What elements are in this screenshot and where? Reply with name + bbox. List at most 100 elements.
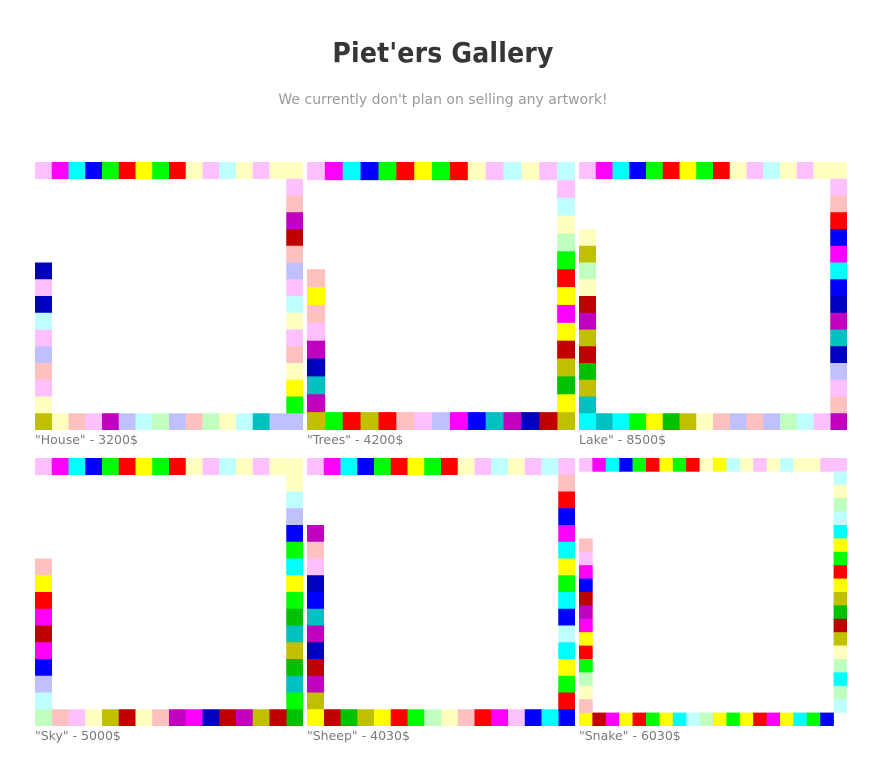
codel-right: [833, 659, 847, 673]
codel-top: [579, 458, 593, 472]
codel-right: [557, 340, 575, 359]
codel-top: [51, 458, 69, 476]
codel-bottom: [374, 709, 392, 726]
codel-left: [579, 396, 597, 414]
artwork-background: [35, 458, 303, 726]
gallery-card-sheep[interactable]: "Sheep" - 4030$: [307, 458, 577, 748]
codel-bottom: [414, 412, 433, 430]
codel-right: [830, 212, 847, 230]
codel-right: [833, 565, 847, 579]
codel-left: [307, 322, 326, 341]
codel-top: [85, 162, 103, 180]
codel-bottom: [541, 709, 559, 726]
codel-bottom: [679, 413, 697, 430]
gallery-card-sky[interactable]: "Sky" - 5000$: [35, 458, 305, 748]
artwork-caption: Lake" - 8500$: [579, 432, 667, 447]
codel-right: [286, 363, 303, 381]
codel-right: [286, 625, 303, 643]
codel-left: [307, 608, 325, 626]
codel-top: [169, 458, 187, 476]
codel-top: [696, 162, 714, 180]
codel-left: [307, 642, 325, 660]
codel-right: [558, 541, 575, 559]
artwork-caption: "Sheep" - 4030$: [307, 728, 410, 743]
codel-left: [579, 659, 593, 673]
artwork-canvas: [307, 162, 575, 430]
codel-bottom: [407, 709, 425, 726]
codel-bottom: [491, 709, 509, 726]
codel-top: [374, 458, 392, 476]
codel-right: [286, 396, 303, 414]
codel-left: [307, 376, 326, 395]
codel-top: [357, 458, 375, 476]
artwork-image[interactable]: [579, 458, 847, 726]
artwork-canvas: [307, 458, 575, 726]
artwork-image[interactable]: [35, 458, 303, 726]
codel-top: [219, 162, 237, 180]
artwork-image[interactable]: [35, 162, 303, 430]
codel-right: [557, 251, 575, 270]
codel-left: [35, 346, 53, 364]
codel-right: [286, 642, 303, 660]
gallery-card-house[interactable]: "House" - 3200$: [35, 162, 305, 452]
codel-bottom: [118, 413, 136, 430]
codel-left: [35, 396, 53, 414]
codel-bottom: [357, 709, 375, 726]
codel-top: [169, 162, 187, 180]
codel-top: [118, 162, 136, 180]
codel-left: [579, 538, 593, 553]
codel-bottom: [539, 412, 558, 430]
codel-right: [286, 178, 303, 196]
codel-top: [324, 162, 344, 181]
codel-right: [830, 195, 847, 213]
codel-right: [286, 675, 303, 693]
codel-top: [102, 162, 120, 180]
codel-top: [35, 162, 53, 180]
codel-top: [592, 458, 607, 472]
codel-top: [780, 162, 798, 180]
codel-top: [185, 162, 203, 180]
artwork-image[interactable]: [307, 162, 575, 430]
codel-right: [833, 685, 847, 700]
codel-top: [269, 458, 287, 476]
codel-bottom: [793, 712, 808, 726]
codel-left: [579, 605, 593, 620]
codel-right: [286, 329, 303, 347]
codel-left: [307, 558, 325, 576]
artwork-image[interactable]: [579, 162, 847, 430]
codel-top: [307, 458, 325, 476]
codel-bottom: [699, 712, 714, 726]
codel-right: [286, 296, 303, 314]
codel-top: [646, 162, 664, 180]
codel-bottom: [739, 712, 754, 726]
codel-top: [252, 458, 270, 476]
codel-bottom: [753, 712, 767, 726]
codel-bottom: [51, 413, 69, 430]
codel-right: [286, 279, 303, 297]
codel-bottom: [252, 413, 270, 430]
codel-top: [390, 458, 408, 476]
codel-top: [753, 458, 767, 472]
codel-left: [35, 296, 53, 314]
codel-top: [449, 162, 469, 181]
codel-right: [286, 558, 303, 576]
codel-left: [579, 578, 593, 593]
codel-left: [579, 699, 593, 713]
codel-left: [579, 245, 597, 263]
codel-left: [307, 692, 325, 710]
gallery-card-snake[interactable]: "Snake" - 6030$: [579, 458, 849, 748]
codel-bottom: [152, 413, 170, 430]
codel-bottom: [269, 709, 287, 726]
codel-top: [632, 458, 647, 472]
codel-top: [830, 162, 847, 180]
artwork-background: [579, 162, 847, 430]
gallery-card-lake[interactable]: Lake" - 8500$: [579, 162, 849, 452]
codel-right: [830, 262, 847, 280]
artwork-image[interactable]: [307, 458, 575, 726]
codel-bottom: [595, 413, 613, 430]
gallery-card-trees[interactable]: "Trees" - 4200$: [307, 162, 577, 452]
artwork-caption: "Sky" - 5000$: [35, 728, 121, 743]
codel-right: [833, 538, 847, 553]
codel-top: [102, 458, 120, 476]
codel-top: [219, 458, 237, 476]
